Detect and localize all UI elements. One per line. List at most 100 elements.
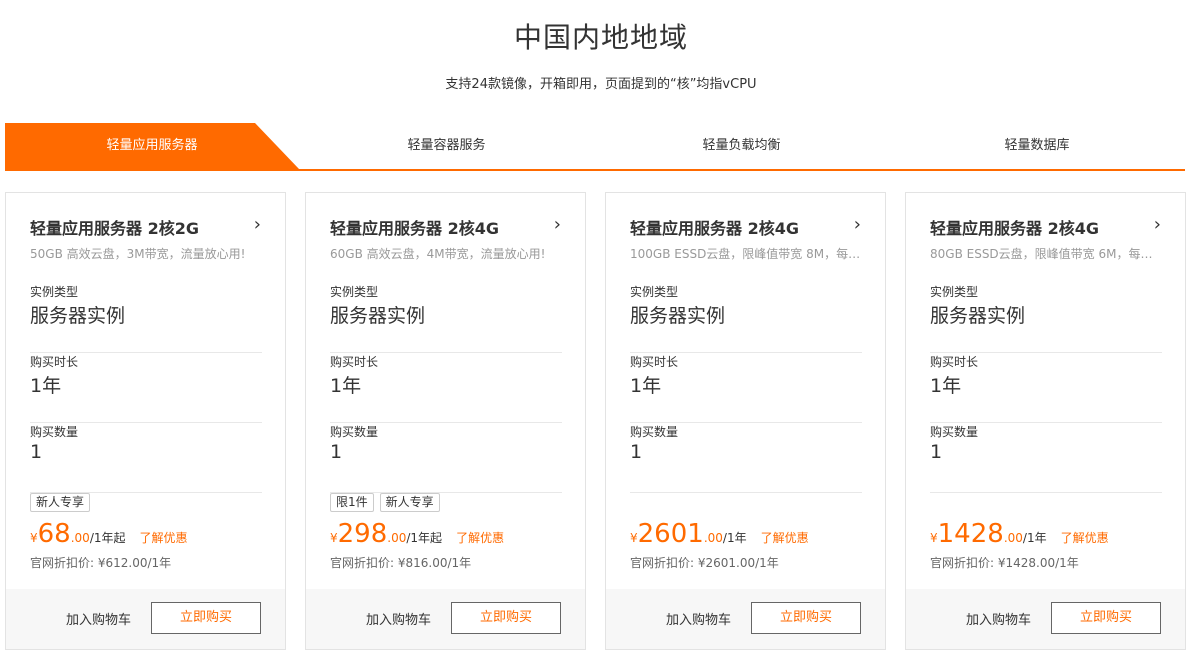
card-title[interactable]: 轻量应用服务器 2核4G [330, 219, 499, 238]
price-decimal: .00 [70, 531, 90, 545]
learn-promo-link[interactable]: 了解优惠 [456, 531, 504, 545]
page-title: 中国内地地域 [513, 21, 688, 54]
chevron-right-icon[interactable]: › [854, 215, 861, 235]
instance-type-field: 实例类型 服务器实例 [30, 283, 262, 353]
card-header[interactable]: 轻量应用服务器 2核4G › [930, 215, 1161, 239]
field-value[interactable]: 服务器实例 [630, 301, 725, 328]
card-description: 80GB ESSD云盘，限峰值带宽 6M，每月1TB流量包 [930, 247, 1162, 261]
instance-type-field: 实例类型 服务器实例 [330, 283, 562, 353]
duration-field: 购买时长 1年 [930, 353, 1162, 423]
tab-container-service[interactable]: 轻量容器服务 [299, 123, 594, 169]
tab-lightweight-server[interactable]: 轻量应用服务器 [5, 123, 299, 169]
price-integer: 298 [337, 519, 388, 549]
price-unit: /1年起 [406, 531, 443, 545]
price-integer: 1428 [937, 519, 1004, 549]
field-value[interactable]: 1 [930, 441, 942, 463]
new-user-tag: 新人专享 [379, 493, 440, 512]
price: ¥2601.00/1年 了解优惠 [630, 519, 809, 551]
product-card: 轻量应用服务器 2核2G › 50GB 高效云盘，3M带宽，流量放心用! 实例类… [5, 192, 286, 650]
field-value[interactable]: 1 [630, 441, 642, 463]
field-label: 购买时长 [930, 355, 979, 369]
field-value[interactable]: 1年 [330, 371, 361, 398]
product-card: 轻量应用服务器 2核4G › 60GB 高效云盘，4M带宽，流量放心用! 实例类… [305, 192, 586, 650]
field-label: 实例类型 [630, 285, 679, 299]
card-title[interactable]: 轻量应用服务器 2核4G [930, 219, 1099, 238]
tag-list: 限1件 新人专享 [330, 491, 446, 512]
field-label: 购买时长 [630, 355, 679, 369]
buy-now-button[interactable]: 立即购买 [451, 602, 561, 634]
field-label: 实例类型 [30, 285, 79, 299]
buy-now-button[interactable]: 立即购买 [1051, 602, 1161, 634]
learn-promo-link[interactable]: 了解优惠 [1061, 531, 1109, 545]
quantity-field: 购买数量 1 [30, 423, 262, 493]
duration-field: 购买时长 1年 [630, 353, 862, 423]
price-decimal: .00 [1003, 531, 1023, 545]
currency-symbol: ¥ [330, 531, 338, 545]
chevron-right-icon[interactable]: › [1154, 215, 1161, 235]
tab-load-balancer[interactable]: 轻量负载均衡 [594, 123, 889, 169]
add-to-cart-button[interactable]: 加入购物车 [66, 609, 131, 628]
price-unit: /1年 [722, 531, 747, 545]
add-to-cart-button[interactable]: 加入购物车 [966, 609, 1031, 628]
card-footer: 加入购物车 立即购买 [906, 589, 1185, 649]
field-value[interactable]: 服务器实例 [30, 301, 125, 328]
field-value[interactable]: 1年 [930, 371, 961, 398]
price: ¥298.00/1年起 了解优惠 [330, 519, 504, 551]
field-value[interactable]: 1 [330, 441, 342, 463]
original-price: 官网折扣价: ¥1428.00/1年 [930, 556, 1079, 570]
card-description: 100GB ESSD云盘，限峰值带宽 8M，每月1TB流量包 [630, 247, 862, 261]
add-to-cart-button[interactable]: 加入购物车 [366, 609, 431, 628]
buy-now-button[interactable]: 立即购买 [151, 602, 261, 634]
card-header[interactable]: 轻量应用服务器 2核4G › [630, 215, 861, 239]
chevron-right-icon[interactable]: › [254, 215, 261, 235]
product-card: 轻量应用服务器 2核4G › 80GB ESSD云盘，限峰值带宽 6M，每月1T… [905, 192, 1186, 650]
field-value[interactable]: 服务器实例 [930, 301, 1025, 328]
instance-type-field: 实例类型 服务器实例 [630, 283, 862, 353]
card-footer: 加入购物车 立即购买 [306, 589, 585, 649]
original-price: 官网折扣价: ¥816.00/1年 [330, 556, 472, 570]
field-label: 购买数量 [930, 425, 979, 439]
price-integer: 68 [37, 519, 71, 549]
learn-promo-link[interactable]: 了解优惠 [761, 531, 809, 545]
field-value[interactable]: 1 [30, 441, 42, 463]
price-unit: /1年 [1022, 531, 1047, 545]
card-description: 60GB 高效云盘，4M带宽，流量放心用! [330, 247, 546, 261]
field-label: 购买数量 [630, 425, 679, 439]
product-tabs: 轻量应用服务器 轻量容器服务 轻量负载均衡 轻量数据库 [5, 123, 1185, 171]
tab-database[interactable]: 轻量数据库 [889, 123, 1185, 169]
card-title[interactable]: 轻量应用服务器 2核2G [30, 219, 199, 238]
card-header[interactable]: 轻量应用服务器 2核2G › [30, 215, 261, 239]
field-label: 购买数量 [330, 425, 379, 439]
page-subtitle: 支持24款镜像，开箱即用，页面提到的“核”均指vCPU [445, 77, 757, 92]
field-label: 购买时长 [330, 355, 379, 369]
quantity-field: 购买数量 1 [930, 423, 1162, 493]
instance-type-field: 实例类型 服务器实例 [930, 283, 1162, 353]
field-value[interactable]: 服务器实例 [330, 301, 425, 328]
field-label: 实例类型 [330, 285, 379, 299]
card-description: 50GB 高效云盘，3M带宽，流量放心用! [30, 247, 246, 261]
card-header[interactable]: 轻量应用服务器 2核4G › [330, 215, 561, 239]
new-user-tag: 新人专享 [30, 493, 91, 512]
buy-now-button[interactable]: 立即购买 [751, 602, 861, 634]
field-value[interactable]: 1年 [630, 371, 661, 398]
field-value[interactable]: 1年 [30, 371, 61, 398]
original-price: 官网折扣价: ¥2601.00/1年 [630, 556, 779, 570]
price-unit: /1年起 [89, 531, 126, 545]
price: ¥1428.00/1年 了解优惠 [930, 519, 1109, 551]
original-price: 官网折扣价: ¥612.00/1年 [30, 556, 172, 570]
add-to-cart-button[interactable]: 加入购物车 [666, 609, 731, 628]
learn-promo-link[interactable]: 了解优惠 [140, 531, 188, 545]
duration-field: 购买时长 1年 [30, 353, 262, 423]
price-integer: 2601 [637, 519, 704, 549]
field-label: 实例类型 [930, 285, 979, 299]
price-decimal: .00 [387, 531, 407, 545]
tag-list: 新人专享 [30, 491, 96, 512]
field-label: 购买时长 [30, 355, 79, 369]
quantity-field: 购买数量 1 [330, 423, 562, 493]
field-label: 购买数量 [30, 425, 79, 439]
card-title[interactable]: 轻量应用服务器 2核4G [630, 219, 799, 238]
card-footer: 加入购物车 立即购买 [6, 589, 285, 649]
chevron-right-icon[interactable]: › [554, 215, 561, 235]
currency-symbol: ¥ [930, 531, 938, 545]
quantity-field: 购买数量 1 [630, 423, 862, 493]
